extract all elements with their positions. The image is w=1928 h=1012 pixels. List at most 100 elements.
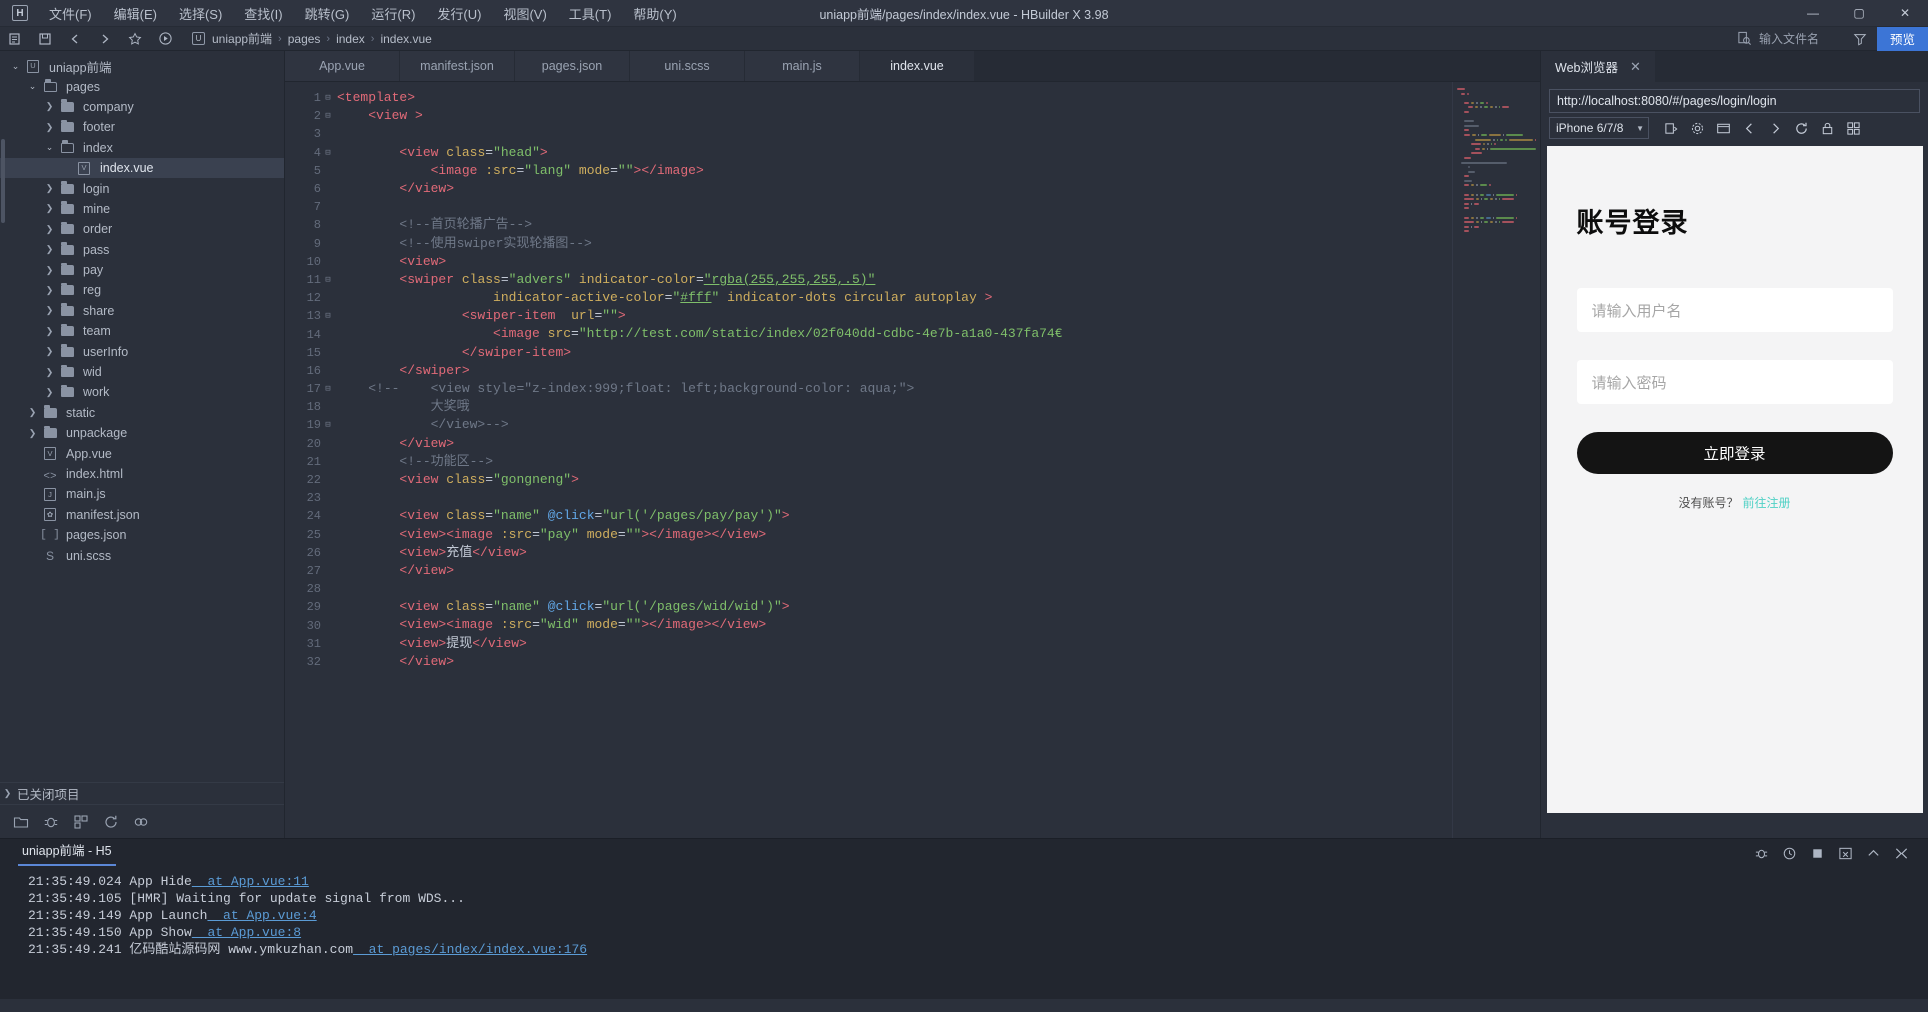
tree-node-order[interactable]: ❯ order: [0, 219, 284, 239]
tree-node-team[interactable]: ❯ team: [0, 321, 284, 341]
login-button[interactable]: 立即登录: [1576, 432, 1893, 474]
tree-node-index-html[interactable]: <> index.html: [0, 464, 284, 484]
menu-publish[interactable]: 发行(U): [426, 0, 492, 27]
fold-toggle-icon[interactable]: ⊟: [321, 148, 335, 158]
editor-tab-uni-scss[interactable]: uni.scss: [630, 51, 745, 81]
favorite-star-icon[interactable]: [120, 27, 150, 51]
tree-node-index-vue[interactable]: Vindex.vue: [0, 157, 284, 179]
tree-node-uniapp--[interactable]: ⌄ Uuniapp前端: [0, 56, 284, 76]
menu-help[interactable]: 帮助(Y): [622, 0, 687, 27]
tree-node-static[interactable]: ❯ static: [0, 403, 284, 423]
password-input[interactable]: 请输入密码: [1576, 360, 1893, 404]
forward-icon[interactable]: [90, 27, 120, 51]
console-source-link[interactable]: at App.vue:11: [192, 874, 308, 889]
back-icon[interactable]: [1737, 117, 1761, 139]
code-minimap[interactable]: [1452, 82, 1540, 838]
editor-tab-index-vue[interactable]: index.vue: [860, 51, 975, 81]
console-tab[interactable]: uniapp前端 - H5: [18, 840, 116, 866]
reload-icon[interactable]: [1789, 117, 1813, 139]
lock-icon[interactable]: [1815, 117, 1839, 139]
tree-node-login[interactable]: ❯ login: [0, 178, 284, 198]
forward-icon[interactable]: [1763, 117, 1787, 139]
chevron-right-icon[interactable]: ❯: [42, 265, 57, 275]
editor-area[interactable]: 1 ⊟ 2 ⊟ 3 4 ⊟ 5 6 7 8 9 10 11 ⊟ 12 13 ⊟ 14 15 16 17 ⊟ 18 19 ⊟ 20 21…: [285, 82, 1540, 838]
plugin-icon[interactable]: [68, 809, 94, 835]
chevron-right-icon[interactable]: ❯: [42, 367, 57, 377]
close-icon[interactable]: ✕: [1630, 59, 1641, 75]
chevron-down-icon[interactable]: ⌄: [42, 143, 57, 152]
url-input[interactable]: http://localhost:8080/#/pages/login/logi…: [1549, 89, 1920, 113]
preview-button[interactable]: 预览: [1876, 26, 1928, 51]
chevron-right-icon[interactable]: ❯: [42, 326, 57, 336]
tree-node-pages[interactable]: ⌄ pages: [0, 76, 284, 96]
register-link[interactable]: 前往注册: [1743, 496, 1791, 510]
close-button[interactable]: ✕: [1882, 0, 1928, 27]
fold-toggle-icon[interactable]: ⊟: [321, 111, 335, 121]
tree-node-index[interactable]: ⌄ index: [0, 138, 284, 158]
project-tree[interactable]: ⌄ Uuniapp前端 ⌄ pages ❯ company ❯ footer ⌄ index Vin…: [0, 51, 284, 782]
run-icon[interactable]: [150, 27, 180, 51]
menu-select[interactable]: 选择(S): [168, 0, 233, 27]
bug-icon[interactable]: [1748, 841, 1774, 865]
tree-node-main-js[interactable]: Jmain.js: [0, 484, 284, 504]
tree-node-unpackage[interactable]: ❯ unpackage: [0, 423, 284, 443]
closed-projects-row[interactable]: ❯ 已关闭项目: [0, 782, 284, 804]
rotate-icon[interactable]: [1659, 117, 1683, 139]
new-file-icon[interactable]: [0, 27, 30, 51]
chevron-down-icon[interactable]: ⌄: [8, 61, 23, 71]
chevron-right-icon[interactable]: ❯: [42, 102, 57, 111]
screenshot-icon[interactable]: [1711, 117, 1735, 139]
chevron-right-icon[interactable]: ❯: [42, 122, 57, 132]
tree-node-app-vue[interactable]: V App.vue: [0, 443, 284, 463]
fold-toggle-icon[interactable]: ⊟: [321, 311, 335, 321]
tree-node-company[interactable]: ❯ company: [0, 97, 284, 117]
sync-icon[interactable]: [128, 809, 154, 835]
menu-tools[interactable]: 工具(T): [558, 0, 623, 27]
breadcrumb-item[interactable]: uniapp前端: [212, 30, 272, 47]
back-icon[interactable]: [60, 27, 90, 51]
code-content[interactable]: <template> <view > <view class="head"> <…: [337, 82, 1540, 838]
tree-node-work[interactable]: ❯ work: [0, 382, 284, 402]
chevron-right-icon[interactable]: ❯: [42, 387, 57, 397]
refresh-icon[interactable]: [98, 809, 124, 835]
breadcrumb-item[interactable]: pages: [288, 32, 321, 46]
tree-node-pay[interactable]: ❯ pay: [0, 260, 284, 280]
chevron-right-icon[interactable]: ❯: [42, 306, 57, 315]
tree-node-footer[interactable]: ❯ footer: [0, 117, 284, 137]
breadcrumb-item[interactable]: index.vue: [380, 32, 431, 46]
tree-node-reg[interactable]: ❯ reg: [0, 280, 284, 300]
menu-find[interactable]: 查找(I): [233, 0, 293, 27]
menu-view[interactable]: 视图(V): [492, 0, 557, 27]
close-all-icon[interactable]: [1888, 841, 1914, 865]
console-source-link[interactable]: at App.vue:8: [192, 925, 301, 940]
chevron-right-icon[interactable]: ❯: [25, 428, 40, 438]
chevron-right-icon[interactable]: ❯: [25, 408, 40, 417]
menu-run[interactable]: 运行(R): [360, 0, 426, 27]
fold-toggle-icon[interactable]: ⊟: [321, 420, 335, 430]
minimize-button[interactable]: —: [1790, 0, 1836, 27]
editor-tab-manifest-json[interactable]: manifest.json: [400, 51, 515, 81]
tree-node-pages-json[interactable]: [ ] pages.json: [0, 525, 284, 545]
tree-node-pass[interactable]: ❯ pass: [0, 240, 284, 260]
editor-tab-main-js[interactable]: main.js: [745, 51, 860, 81]
fold-toggle-icon[interactable]: ⊟: [321, 384, 335, 394]
tree-node-uni-scss[interactable]: Suni.scss: [0, 545, 284, 565]
username-input[interactable]: 请输入用户名: [1576, 288, 1893, 332]
fold-toggle-icon[interactable]: ⊟: [321, 275, 335, 285]
menu-edit[interactable]: 编辑(E): [103, 0, 168, 27]
editor-tab-app-vue[interactable]: App.vue: [285, 51, 400, 81]
chevron-right-icon[interactable]: ❯: [42, 347, 57, 356]
debug-icon[interactable]: [38, 809, 64, 835]
maximize-button[interactable]: ▢: [1836, 0, 1882, 27]
fold-toggle-icon[interactable]: ⊟: [321, 93, 335, 103]
menu-goto[interactable]: 跳转(G): [294, 0, 361, 27]
tree-node-mine[interactable]: ❯ mine: [0, 199, 284, 219]
stop-icon[interactable]: [1804, 841, 1830, 865]
chevron-right-icon[interactable]: ❯: [42, 224, 57, 234]
tree-node-manifest-json[interactable]: ✿ manifest.json: [0, 505, 284, 525]
console-source-link[interactable]: at App.vue:4: [207, 908, 317, 923]
chevron-right-icon[interactable]: ❯: [42, 204, 57, 213]
chevron-down-icon[interactable]: ⌄: [25, 82, 40, 91]
chevron-right-icon[interactable]: ❯: [42, 245, 57, 254]
save-icon[interactable]: [30, 27, 60, 51]
